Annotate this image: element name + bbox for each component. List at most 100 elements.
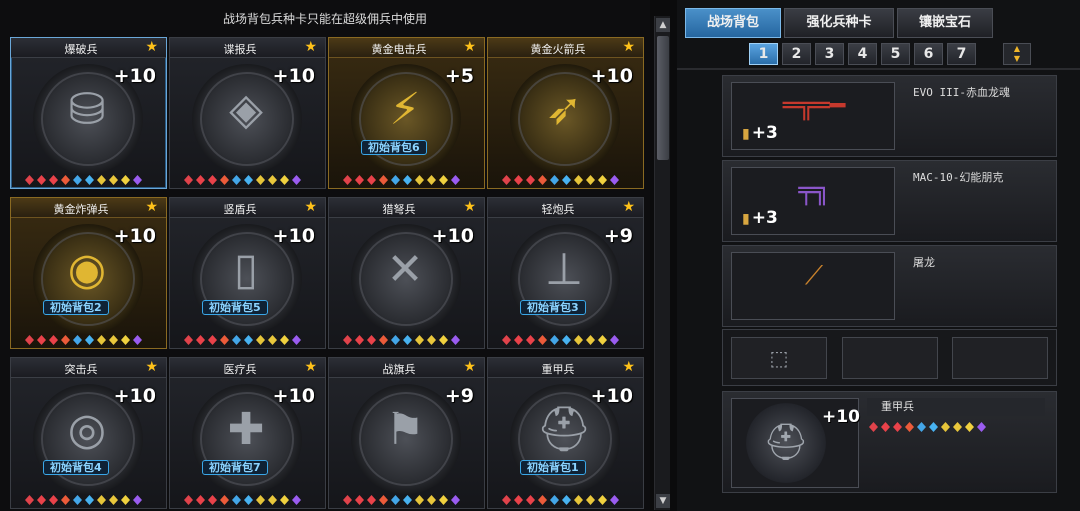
soldier-card[interactable]: 猎弩兵 ★ ✕ +10 [328, 197, 485, 349]
gem-socket-icon [196, 175, 205, 185]
arrow-up-icon[interactable]: ▲ [1004, 44, 1030, 54]
gem-socket-icon [196, 335, 205, 345]
gem-socket-icon [427, 175, 436, 185]
gem-socket-icon [355, 495, 364, 505]
gem-socket-icon [73, 175, 82, 185]
gem-socket-icon [97, 495, 106, 505]
soldier-card[interactable]: 战旗兵 ★ ⚑ +9 [328, 357, 485, 509]
character-card-slot[interactable]: ⛑ +10 重甲兵 [722, 391, 1057, 493]
equipment-mini-slots: ⬚ [722, 329, 1057, 386]
gem-socket-icon [25, 495, 34, 505]
initial-pack-badge: 初始背包3 [520, 300, 586, 315]
card-title: 轻炮兵 [541, 203, 575, 216]
gem-socket-icon [196, 495, 205, 505]
gem-socket-icon [391, 175, 400, 185]
soldier-card[interactable]: 医疗兵 ★ ✚ +10 初始背包7 [169, 357, 326, 509]
scroll-up-icon[interactable]: ▲ [656, 18, 670, 32]
gem-socket-icon [427, 335, 436, 345]
gem-socket-icon [184, 495, 193, 505]
gem-socket-icon [379, 495, 388, 505]
weapon-ammo-bonus: ▮ +3 [742, 123, 778, 143]
weapon-box[interactable]: ═╦═━ ▮ +3 [731, 82, 895, 150]
weapon-box[interactable]: ⟋ [731, 252, 895, 320]
star-icon: ★ [145, 199, 158, 215]
arrow-down-icon[interactable]: ▼ [1004, 54, 1030, 64]
page-button[interactable]: 2 [782, 43, 811, 65]
soldier-card[interactable]: 谍报兵 ★ ◈ +10 [169, 37, 326, 189]
gem-socket-icon [220, 175, 229, 185]
star-icon: ★ [145, 359, 158, 375]
gem-socket-icon [893, 422, 902, 432]
gold-shock-glove-icon: ⚡ [389, 83, 421, 135]
gem-socket-icon [220, 495, 229, 505]
page-button[interactable]: 7 [947, 43, 976, 65]
gem-socket-icon [232, 335, 241, 345]
page-button[interactable]: 6 [914, 43, 943, 65]
scroll-thumb[interactable] [657, 36, 669, 160]
gem-sockets [184, 335, 312, 345]
empty-slot[interactable] [952, 337, 1048, 379]
tab-inlay-gem[interactable]: 镶嵌宝石 [897, 8, 993, 38]
gem-socket-icon [427, 495, 436, 505]
gem-socket-icon [391, 335, 400, 345]
weapon-slot[interactable]: ═╦═━ ▮ +3 EVO III-赤血龙魂 [722, 75, 1057, 157]
gem-sockets [25, 335, 153, 345]
gem-socket-icon [73, 335, 82, 345]
gem-socket-icon [610, 495, 619, 505]
weapon-slot[interactable]: ⟋ 屠龙 [722, 245, 1057, 327]
character-card-box[interactable]: ⛑ +10 [731, 398, 860, 488]
weapon-box[interactable]: ╤╗ ▮ +3 [731, 167, 895, 235]
gem-socket-icon [49, 335, 58, 345]
inventory-scrollbar[interactable]: ▲ ▼ [654, 16, 670, 510]
star-icon: ★ [463, 39, 476, 55]
gem-socket-icon [61, 175, 70, 185]
gem-socket-icon [85, 335, 94, 345]
gem-socket-icon [256, 335, 265, 345]
page-button[interactable]: 5 [881, 43, 910, 65]
page-button[interactable]: 1 [749, 43, 778, 65]
soldier-card[interactable]: 爆破兵 ★ ⛁ +10 [10, 37, 167, 189]
gem-socket-icon [343, 175, 352, 185]
page-button[interactable]: 3 [815, 43, 844, 65]
card-level: +9 [603, 225, 633, 247]
scroll-down-icon[interactable]: ▼ [656, 494, 670, 508]
card-title: 猎弩兵 [382, 203, 416, 216]
gem-socket-icon [61, 335, 70, 345]
gem-socket-icon [280, 335, 289, 345]
empty-slot[interactable] [842, 337, 938, 379]
weapon-bonus-value: +3 [751, 123, 778, 143]
initial-pack-badge: 初始背包7 [202, 460, 268, 475]
card-level: +10 [590, 385, 633, 407]
gem-socket-icon [502, 175, 511, 185]
grenade-slot[interactable]: ⬚ [731, 337, 827, 379]
tab-enhance-card[interactable]: 强化兵种卡 [784, 8, 894, 38]
gem-socket-icon [85, 495, 94, 505]
soldier-card[interactable]: 重甲兵 ★ ⛑ +10 初始背包1 [487, 357, 644, 509]
soldier-card[interactable]: 突击兵 ★ ◎ +10 初始背包4 [10, 357, 167, 509]
soldier-card[interactable]: 竖盾兵 ★ ▯ +10 初始背包5 [169, 197, 326, 349]
gem-socket-icon [514, 335, 523, 345]
gem-socket-icon [451, 495, 460, 505]
weapon-slot[interactable]: ╤╗ ▮ +3 MAC-10-幻能朋克 [722, 160, 1057, 242]
page-button[interactable]: 4 [848, 43, 877, 65]
gem-socket-icon [61, 495, 70, 505]
page-updown-arrows[interactable]: ▲ ▼ [1003, 43, 1031, 65]
card-header: 黄金电击兵 ★ [329, 38, 484, 58]
divider [677, 68, 1080, 70]
tab-battle-pack[interactable]: 战场背包 [685, 8, 781, 38]
soldier-card[interactable]: 轻炮兵 ★ ⊥ +9 初始背包3 [487, 197, 644, 349]
character-card-level: +10 [822, 407, 860, 427]
gem-socket-icon [109, 335, 118, 345]
gem-socket-icon [343, 335, 352, 345]
gem-socket-icon [403, 495, 412, 505]
gem-socket-icon [869, 422, 878, 432]
soldier-card[interactable]: 黄金电击兵 ★ ⚡ +5 初始背包6 [328, 37, 485, 189]
gem-socket-icon [133, 175, 142, 185]
soldier-card[interactable]: 黄金炸弹兵 ★ ◉ +10 初始背包2 [10, 197, 167, 349]
card-title: 竖盾兵 [223, 203, 257, 216]
gem-sockets [502, 335, 630, 345]
weapon-ammo-bonus: ▮ +3 [742, 208, 778, 228]
soldier-card[interactable]: 黄金火箭兵 ★ ➶ +10 [487, 37, 644, 189]
gem-sockets [502, 495, 630, 505]
gem-socket-icon [367, 175, 376, 185]
